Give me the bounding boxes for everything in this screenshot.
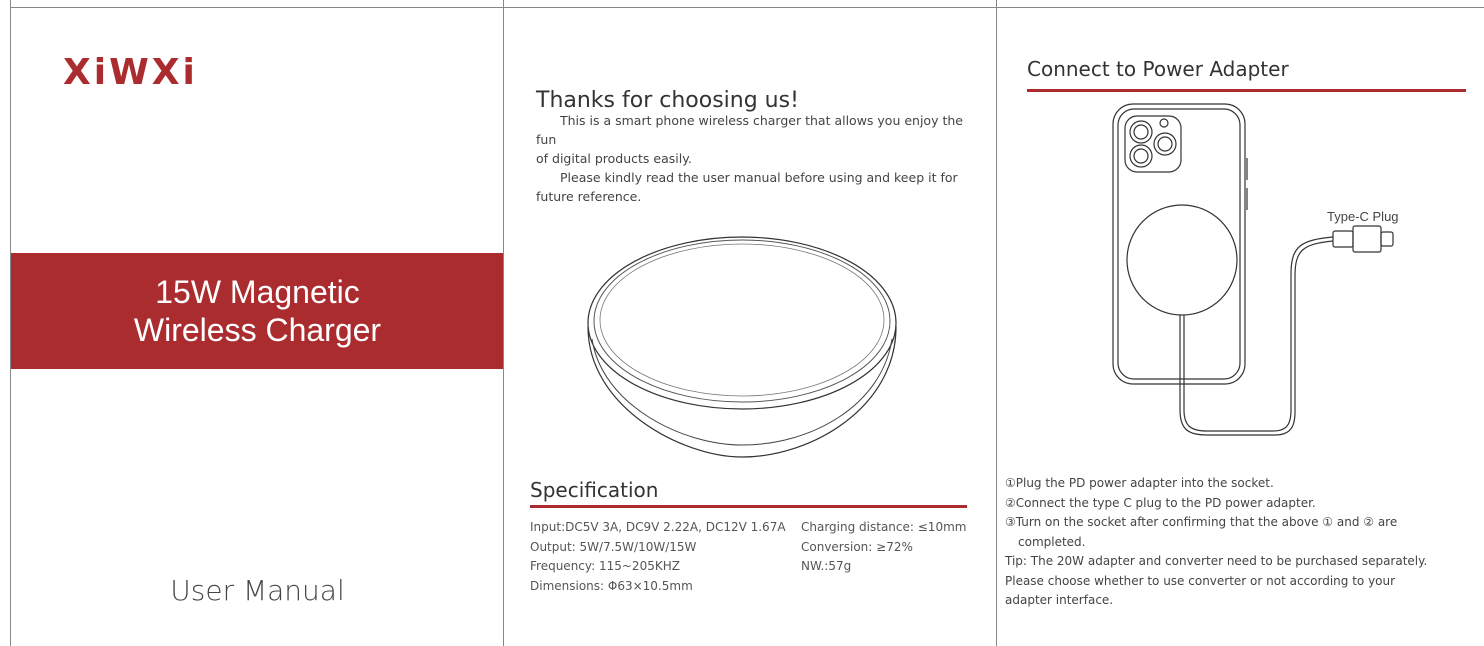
tip-line3: adapter interface.: [1005, 593, 1114, 607]
title-band: 15W Magnetic Wireless Charger: [11, 253, 504, 369]
phone-illustration: [1107, 100, 1407, 449]
step-3-line2: completed.: [1018, 534, 1086, 549]
cover-panel: XiWXi 15W Magnetic Wireless Charger User…: [10, 0, 504, 646]
brand-logo: XiWXi: [63, 52, 213, 96]
intro-p1-line2: of digital products easily.: [536, 151, 692, 166]
spec-heading: Specification: [530, 478, 659, 502]
type-c-plug-label: Type-C Plug: [1327, 209, 1399, 224]
spec-weight: NW.:57g: [801, 559, 852, 573]
thanks-heading: Thanks for choosing us!: [536, 88, 799, 113]
product-title-line1: 15W Magnetic: [155, 274, 360, 310]
intro-p1-line1: This is a smart phone wireless charger t…: [536, 113, 963, 147]
connect-panel: Connect to Power Adapter Type-C Plug ①Pl…: [996, 0, 1484, 646]
spec-divider: [530, 505, 967, 508]
intro-panel: Thanks for choosing us! This is a smart …: [503, 0, 997, 646]
spec-input: Input:DC5V 3A, DC9V 2.22A, DC12V 1.67A: [530, 520, 786, 534]
step-3-line1: ③Turn on the socket after confirming tha…: [1005, 515, 1398, 529]
wireless-charger-icon: [587, 236, 897, 458]
tip-line1: Tip: The 20W adapter and converter need …: [1005, 554, 1428, 568]
spec-charging-distance: Charging distance: ≤10mm: [801, 520, 967, 534]
connect-divider: [1027, 89, 1466, 92]
step-1: ①Plug the PD power adapter into the sock…: [1005, 476, 1274, 490]
intro-p2-line1: Please kindly read the user manual befor…: [560, 170, 958, 185]
user-manual-label: User Manual: [170, 574, 345, 607]
intro-p2-line2: future reference.: [536, 189, 642, 204]
svg-text:XiWXi: XiWXi: [63, 52, 198, 92]
step-2: ②Connect the type C plug to the PD power…: [1005, 495, 1316, 510]
spec-output: Output: 5W/7.5W/10W/15W: [530, 539, 697, 554]
tip-line2: Please choose whether to use converter o…: [1005, 573, 1396, 588]
phone-with-charger-icon: [1112, 103, 1394, 436]
spec-left-column: Input:DC5V 3A, DC9V 2.22A, DC12V 1.67A O…: [530, 518, 786, 596]
spec-conversion: Conversion: ≥72%: [801, 539, 913, 554]
product-title-line2: Wireless Charger: [133, 312, 382, 348]
charger-illustration: [582, 235, 902, 464]
spec-dimensions: Dimensions: Φ63×10.5mm: [530, 578, 693, 593]
spec-right-column: Charging distance: ≤10mm Conversion: ≥72…: [801, 518, 966, 577]
manual-sheet: XiWXi 15W Magnetic Wireless Charger User…: [0, 0, 1484, 646]
connect-heading: Connect to Power Adapter: [1027, 57, 1289, 81]
spec-frequency: Frequency: 115~205KHZ: [530, 559, 680, 573]
connect-steps: ①Plug the PD power adapter into the sock…: [1005, 474, 1481, 611]
xiwxi-logo-icon: XiWXi: [63, 52, 198, 93]
intro-text: This is a smart phone wireless charger t…: [536, 111, 976, 206]
